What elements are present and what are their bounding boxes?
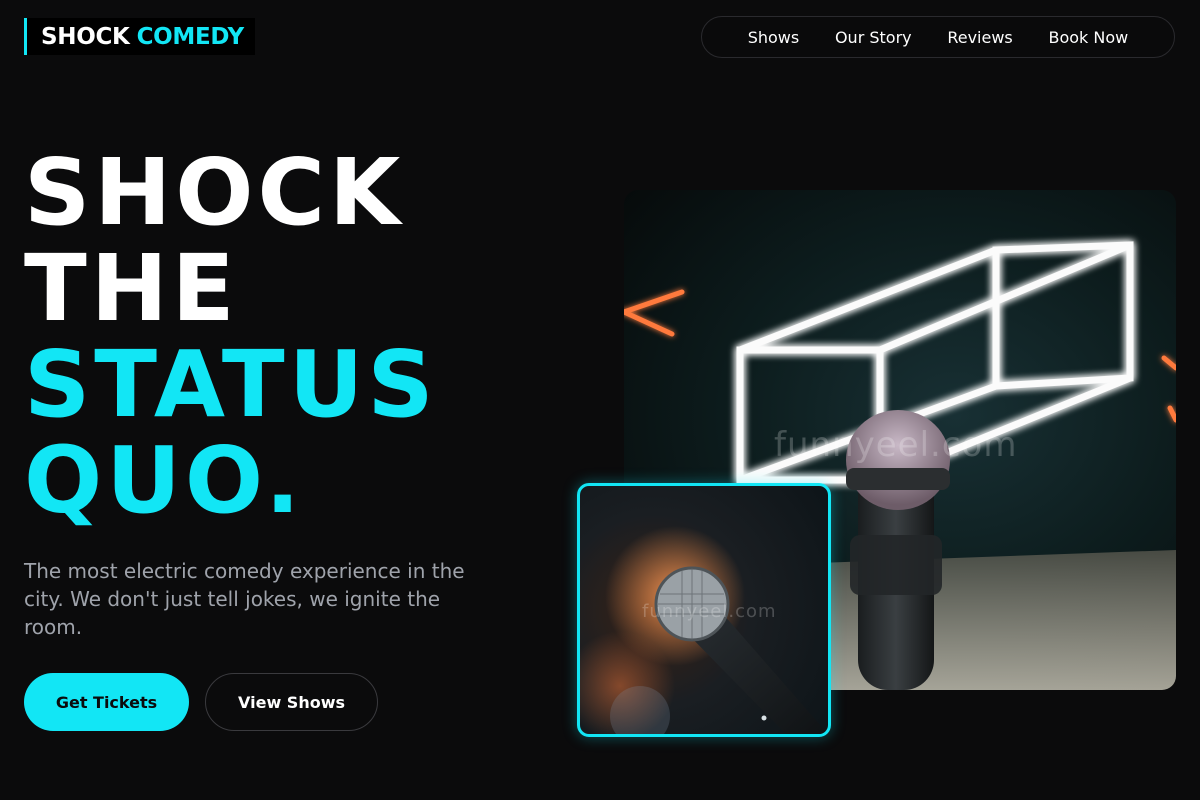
get-tickets-button[interactable]: Get Tickets bbox=[24, 673, 189, 731]
brand-name-shock: SHOCK bbox=[41, 23, 130, 50]
hero-title: SHOCK THE STATUS QUO. bbox=[24, 145, 438, 529]
nav-item-shows[interactable]: Shows bbox=[748, 28, 800, 47]
main-nav: Shows Our Story Reviews Book Now bbox=[701, 16, 1175, 58]
hero-title-line-1: SHOCK bbox=[24, 139, 405, 246]
page: SHOCK COMEDY Shows Our Story Reviews Boo… bbox=[0, 0, 1200, 800]
hero-title-line-2: THE bbox=[24, 235, 239, 342]
view-shows-button[interactable]: View Shows bbox=[205, 673, 378, 731]
brand-logo[interactable]: SHOCK COMEDY bbox=[24, 18, 255, 55]
nav-item-our-story[interactable]: Our Story bbox=[835, 28, 912, 47]
hero-image-microphone: funnyeel.com bbox=[577, 483, 831, 737]
hero-description: The most electric comedy experience in t… bbox=[24, 559, 465, 639]
hero-title-line-4: QUO. bbox=[24, 427, 305, 534]
nav-item-book-now[interactable]: Book Now bbox=[1048, 28, 1128, 47]
nav-item-reviews[interactable]: Reviews bbox=[947, 28, 1012, 47]
image-watermark-small: funnyeel.com bbox=[642, 601, 777, 622]
hero-title-line-3: STATUS bbox=[24, 331, 438, 438]
brand-name-comedy: COMEDY bbox=[136, 23, 245, 50]
image-watermark: funnyeel.com bbox=[774, 425, 1018, 465]
